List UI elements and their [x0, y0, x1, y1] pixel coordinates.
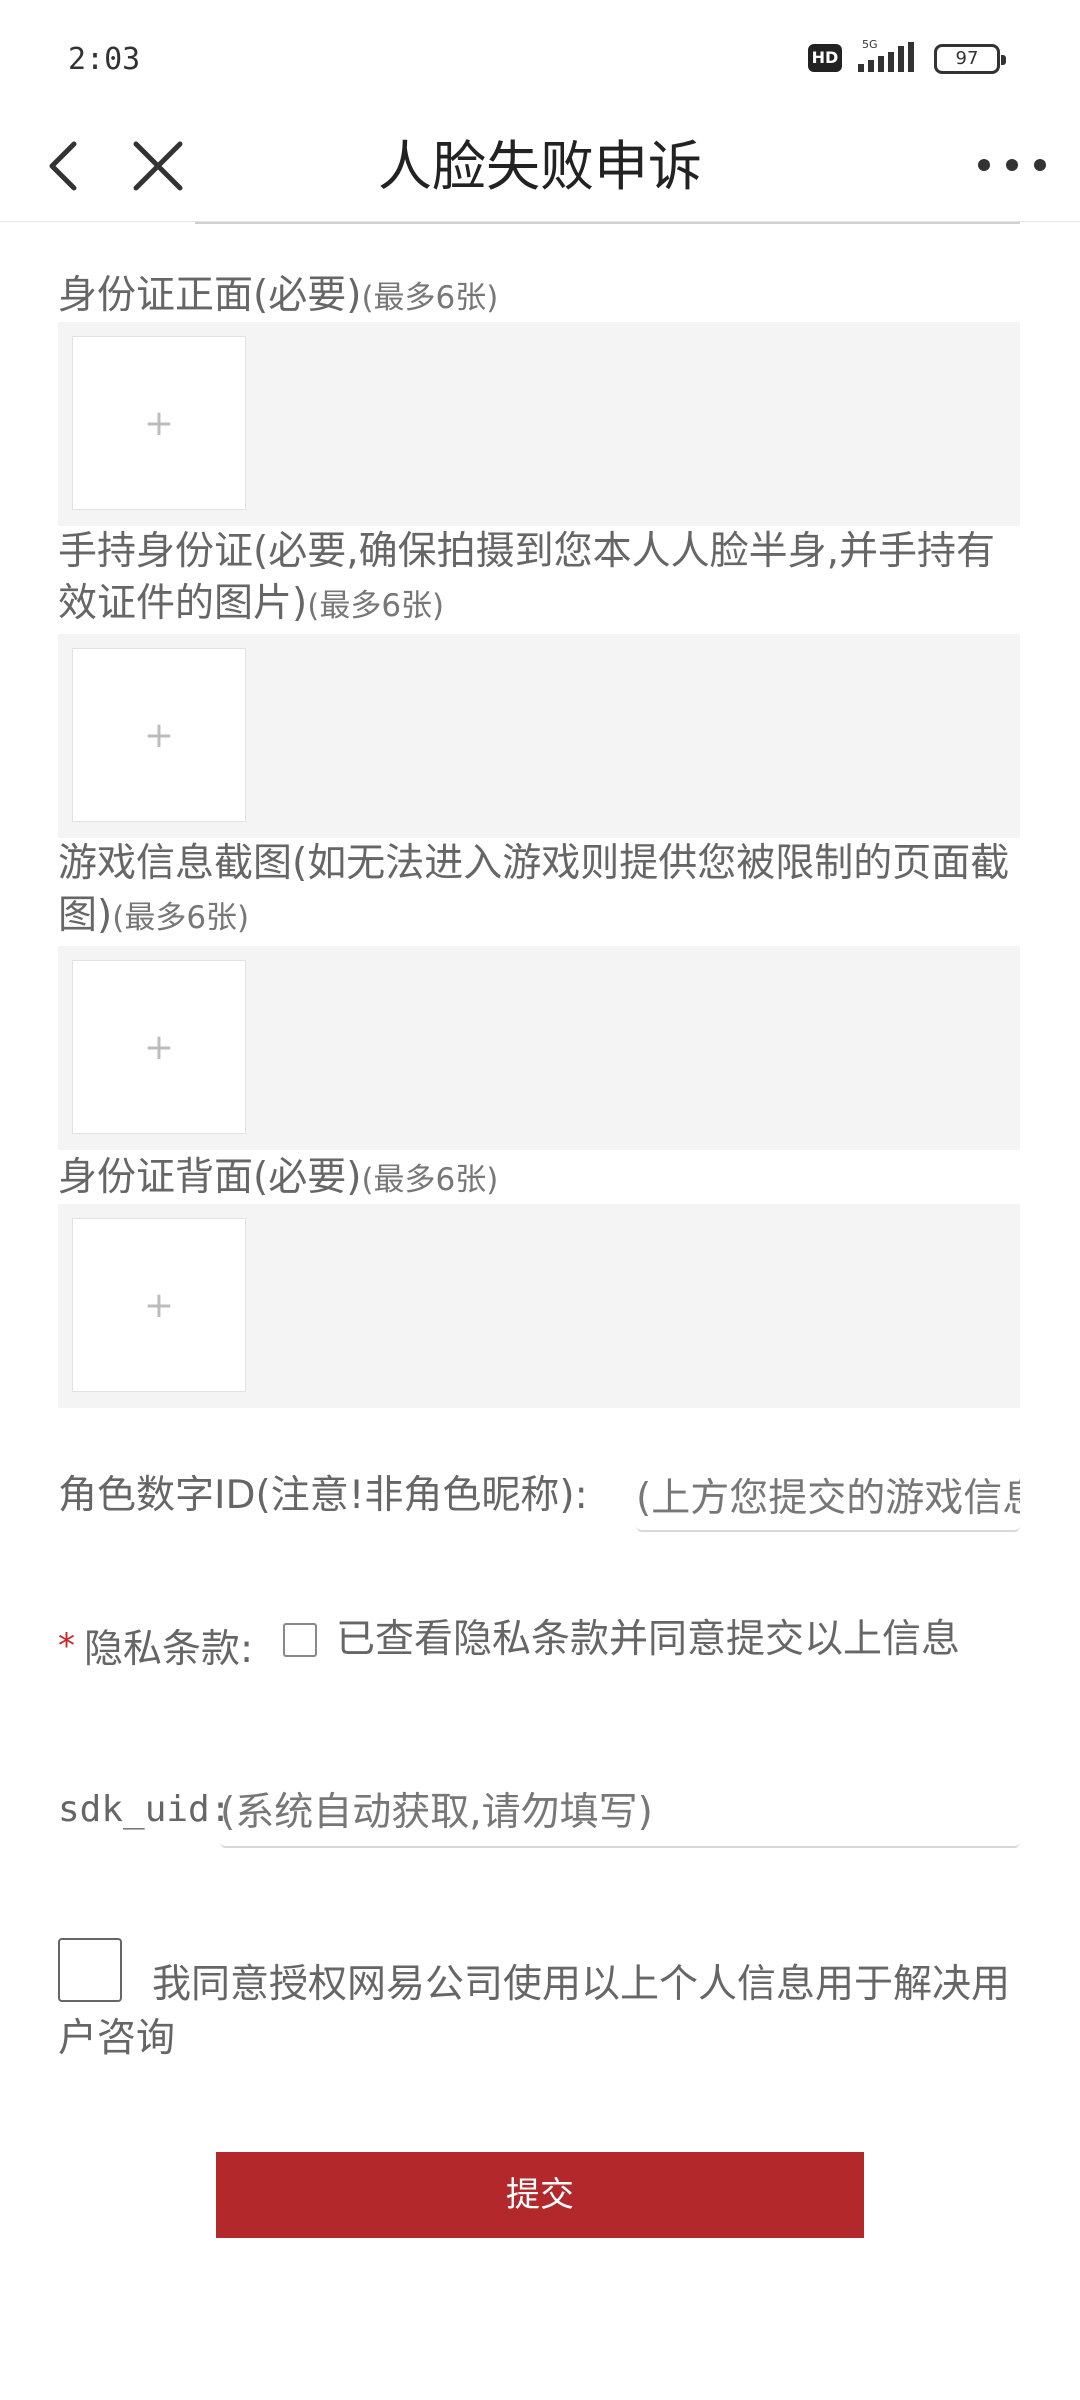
id-handheld-hint: (最多6张) — [307, 588, 445, 624]
id-front-hint: (最多6张) — [361, 280, 499, 316]
game-screenshot-label: 游戏信息截图(如无法进入游戏则提供您被限制的页面截图)(最多6张) — [58, 838, 1018, 944]
hd-badge-icon: HD — [808, 44, 842, 72]
page-title: 人脸失败申诉 — [378, 135, 702, 198]
sdk-uid-input[interactable] — [220, 1778, 1020, 1848]
privacy-label: 隐私条款: — [84, 1627, 254, 1672]
id-front-label: 身份证正面(必要)(最多6张) — [58, 270, 1018, 324]
id-back-label: 身份证背面(必要)(最多6张) — [58, 1152, 1018, 1206]
privacy-checkbox[interactable] — [283, 1623, 317, 1657]
id-back-upload-area: + — [58, 1204, 1020, 1408]
game-screenshot-upload-area: + — [58, 946, 1020, 1150]
signal-label: 5G — [862, 38, 878, 51]
id-back-hint: (最多6张) — [361, 1162, 499, 1198]
game-screenshot-upload-button[interactable]: + — [72, 960, 246, 1134]
required-mark: * — [58, 1626, 75, 1666]
divider — [195, 222, 1020, 224]
signal-icon: 5G — [858, 38, 914, 72]
status-time: 2:03 — [68, 42, 141, 77]
id-back-label-text: 身份证背面(必要) — [58, 1155, 362, 1200]
id-handheld-upload-area: + — [58, 634, 1020, 838]
battery-icon: 97 — [934, 44, 1006, 74]
role-id-input[interactable] — [636, 1466, 1020, 1532]
id-handheld-upload-button[interactable]: + — [72, 648, 246, 822]
id-handheld-label-text: 手持身份证(必要,确保拍摄到您本人人脸半身,并手持有效证件的图片) — [58, 529, 996, 626]
game-screenshot-hint: (最多6张) — [112, 900, 250, 936]
status-bar: 2:03 HD 5G 97 — [0, 0, 1080, 110]
id-front-upload-area: + — [58, 322, 1020, 526]
consent-text: 我同意授权网易公司使用以上个人信息用于解决用户咨询 — [58, 1962, 1011, 2061]
privacy-checkbox-label[interactable]: 已查看隐私条款并同意提交以上信息 — [336, 1614, 960, 1666]
role-id-label: 角色数字ID(注意!非角色昵称): — [58, 1473, 588, 1518]
sdk-uid-label: sdk_uid: — [58, 1789, 232, 1830]
submit-button[interactable]: 提交 — [216, 2152, 864, 2238]
nav-bar: 人脸失败申诉 — [0, 110, 1080, 222]
id-back-upload-button[interactable]: + — [72, 1218, 246, 1392]
more-icon[interactable] — [968, 140, 1068, 190]
id-front-upload-button[interactable]: + — [72, 336, 246, 510]
id-handheld-label: 手持身份证(必要,确保拍摄到您本人人脸半身,并手持有效证件的图片)(最多6张) — [58, 526, 1018, 632]
id-front-label-text: 身份证正面(必要) — [58, 273, 362, 318]
